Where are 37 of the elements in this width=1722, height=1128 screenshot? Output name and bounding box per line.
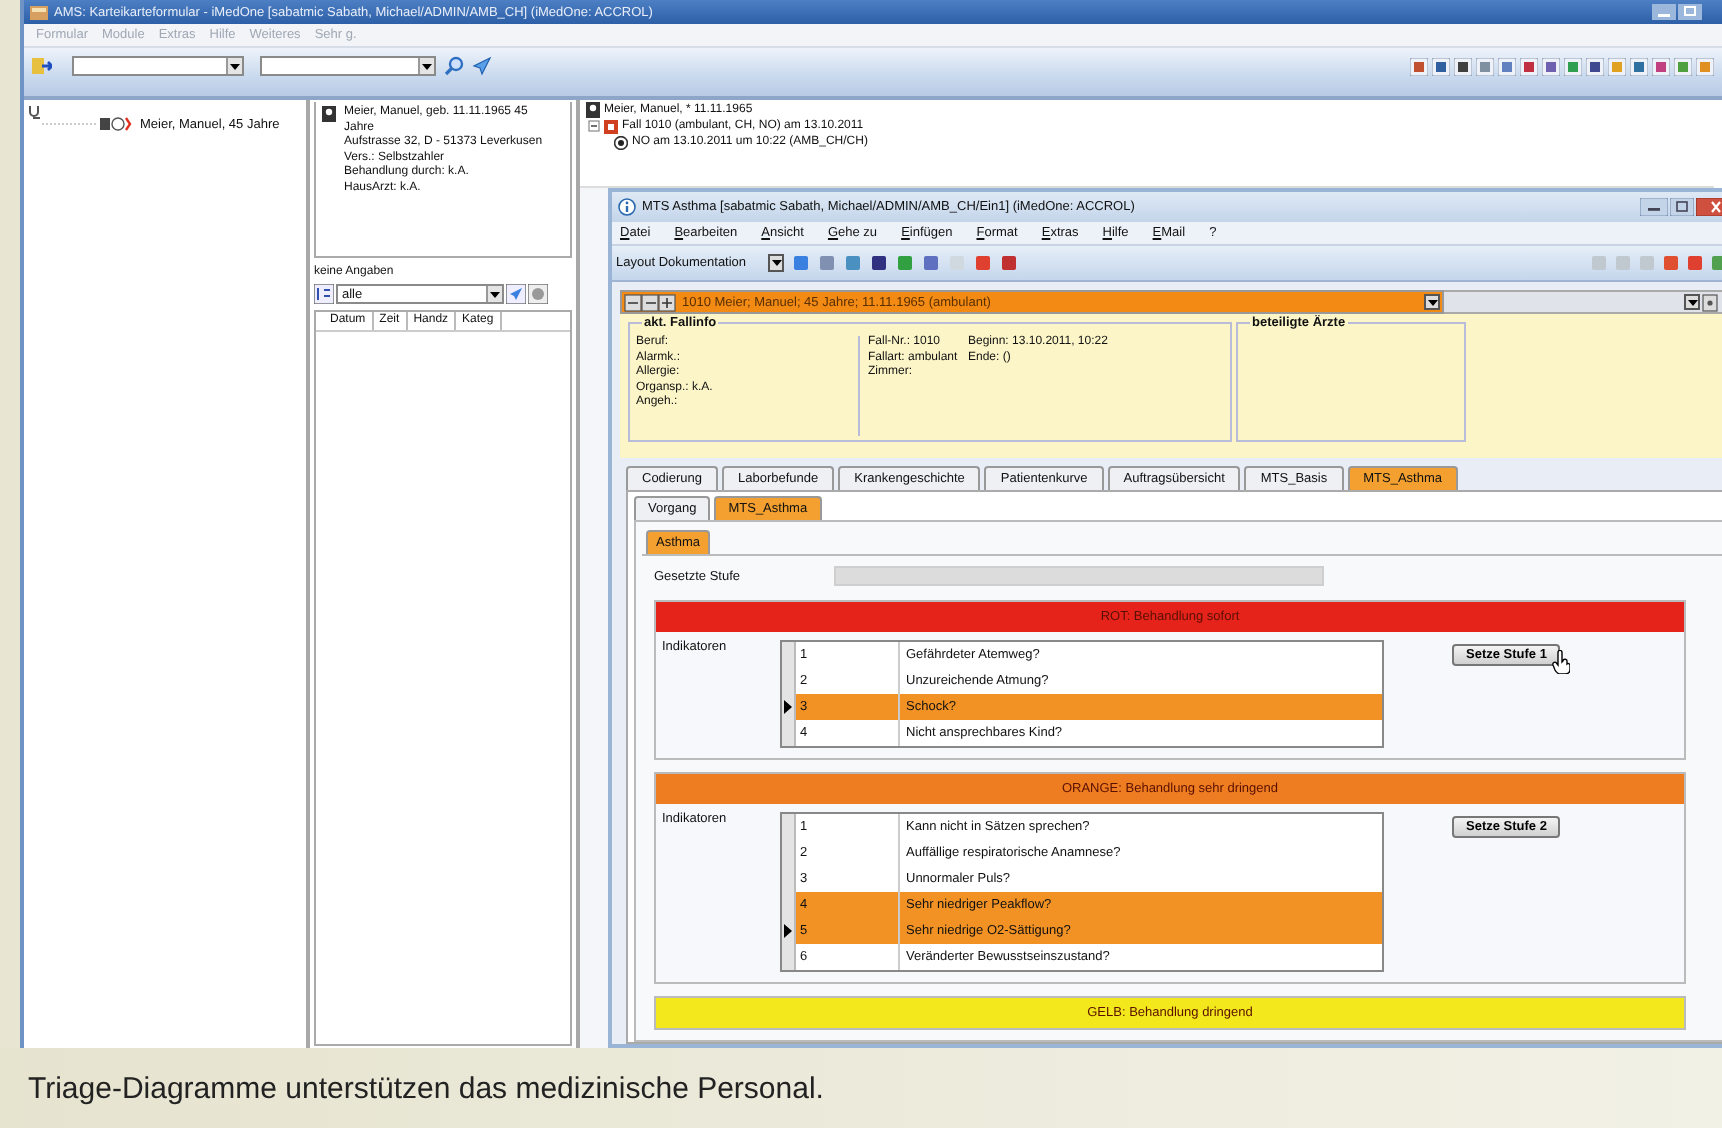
tool-icon[interactable]: [1410, 57, 1428, 75]
dropdown-arrow-icon[interactable]: [768, 254, 784, 272]
search-icon[interactable]: [444, 56, 464, 76]
window-buttons-icon[interactable]: [624, 293, 676, 311]
caption: Triage-Diagramme unterstützen das medizinische Personal.: [0, 1048, 1722, 1128]
dropdown-arrow-icon[interactable]: [1424, 294, 1440, 310]
tool-icon[interactable]: [1520, 57, 1538, 75]
level-field[interactable]: [834, 566, 1324, 586]
case-icon: [604, 119, 618, 133]
collapse-icon[interactable]: [588, 120, 600, 132]
caret-icon: [490, 291, 500, 297]
minimize-icon[interactable]: [1640, 198, 1668, 216]
tool-icon[interactable]: [1630, 57, 1648, 75]
caret-icon: [230, 63, 240, 69]
tool-icon[interactable]: [1454, 57, 1472, 75]
person-icon: [322, 106, 336, 122]
caret-icon: [422, 63, 432, 69]
user-icon[interactable]: [32, 56, 52, 76]
dropdown[interactable]: [260, 56, 436, 76]
tool-icon[interactable]: [1432, 57, 1450, 75]
tool-icon[interactable]: [1586, 57, 1604, 75]
maximize-icon[interactable]: [1678, 4, 1702, 20]
record-icon[interactable]: [528, 284, 548, 304]
tool-icon[interactable]: [1542, 57, 1560, 75]
app-icon: [30, 5, 48, 19]
tree-line-icon: [42, 118, 98, 130]
info-icon: [618, 198, 636, 216]
filter-icon[interactable]: [314, 284, 334, 304]
dropdown-arrow-icon[interactable]: [1684, 294, 1700, 310]
send-icon[interactable]: [472, 56, 492, 76]
tool-icon[interactable]: [1652, 57, 1670, 75]
maximize-icon[interactable]: [1670, 198, 1694, 216]
visit-icon: [614, 135, 628, 149]
pin-icon[interactable]: [1702, 293, 1718, 311]
hand-cursor-icon: [1552, 650, 1570, 674]
send-icon[interactable]: [506, 284, 526, 304]
dropdown[interactable]: [72, 56, 244, 76]
